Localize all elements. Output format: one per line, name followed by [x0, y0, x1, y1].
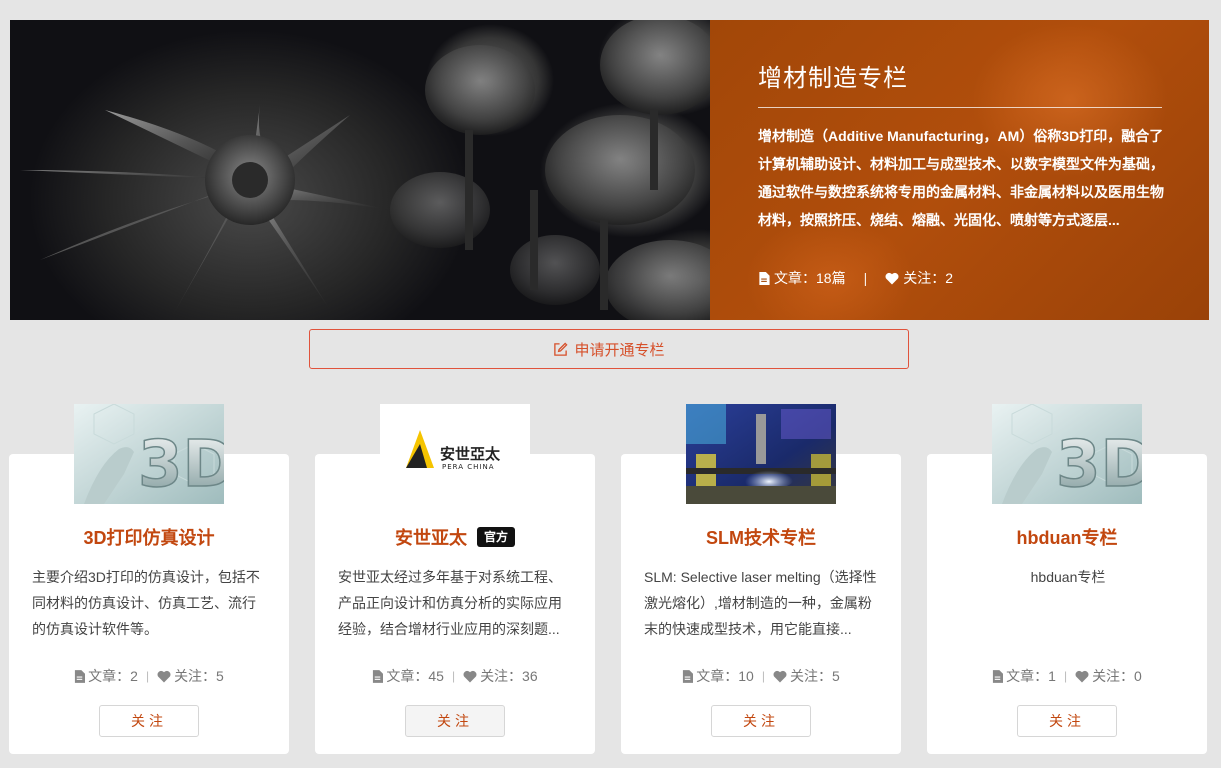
column-hero-banner[interactable]: 增材制造专栏 增材制造（Additive Manufacturing，AM）俗称… [10, 20, 1209, 320]
card-article-count: 文章：1 [1006, 668, 1056, 684]
svg-text:PERA CHINA: PERA CHINA [442, 463, 494, 471]
svg-text:3D: 3D [138, 428, 224, 502]
card-thumbnail [686, 404, 836, 504]
card-follow-count: 关注：5 [789, 668, 840, 684]
hero-stats: 文章：18篇 | 关注：2 [758, 268, 953, 288]
stats-separator: | [145, 669, 150, 683]
card-title[interactable]: 安世亚太 官方 [315, 524, 595, 550]
official-badge: 官方 [476, 527, 515, 547]
card-description: 安世亚太经过多年基于对系统工程、产品正向设计和仿真分析的实际应用经验，结合增材行… [338, 569, 562, 637]
document-icon [373, 669, 384, 683]
card-thumbnail: 3D [74, 404, 224, 504]
card-title[interactable]: hbduan专栏 [927, 524, 1207, 550]
card-title[interactable]: 3D打印仿真设计 [9, 524, 289, 550]
card-article-count: 文章：10 [696, 668, 754, 684]
card-stats: 文章：2 | 关注：5 [9, 666, 289, 686]
follow-button[interactable]: 关注 [405, 705, 505, 737]
column-card-3d-print[interactable]: 3D 3D打印仿真设计 主要介绍3D打印的仿真设计，包括不同材料的仿真设计、仿真… [9, 404, 289, 754]
document-icon [759, 271, 770, 285]
card-description: SLM: Selective laser melting（选择性激光熔化）,增材… [644, 569, 877, 637]
follow-button[interactable]: 关注 [99, 705, 199, 737]
card-description: hbduan专栏 [1030, 569, 1106, 585]
card-stats: 文章：10 | 关注：5 [621, 666, 901, 686]
follow-button[interactable]: 关注 [711, 705, 811, 737]
printer-photo [686, 404, 836, 504]
stats-separator: | [761, 669, 765, 683]
hero-article-count: 文章：18篇 [774, 270, 846, 286]
card-article-count: 文章：45 [386, 668, 444, 684]
hero-info-panel: 增材制造专栏 增材制造（Additive Manufacturing，AM）俗称… [710, 20, 1209, 320]
card-description: 主要介绍3D打印的仿真设计，包括不同材料的仿真设计、仿真工艺、流行的仿真设计软件… [32, 569, 260, 637]
stats-separator: | [451, 669, 456, 683]
card-follow-count: 关注：36 [480, 668, 538, 684]
svg-text:3D: 3D [1056, 428, 1142, 502]
heart-icon [1075, 670, 1089, 682]
hero-title: 增材制造专栏 [758, 58, 1162, 108]
apply-column-button[interactable]: 申请开通专栏 [309, 329, 909, 369]
hero-description: 增材制造（Additive Manufacturing，AM）俗称3D打印，融合… [758, 128, 1164, 228]
3d-graphic-icon: 3D [74, 404, 224, 504]
turbine-illustration [20, 20, 710, 320]
column-card-slm[interactable]: SLM技术专栏 SLM: Selective laser melting（选择性… [621, 404, 901, 754]
document-icon [75, 669, 86, 683]
3d-graphic-icon: 3D [992, 404, 1142, 504]
card-thumbnail: 3D [992, 404, 1142, 504]
document-icon [993, 669, 1004, 683]
edit-icon [554, 341, 569, 356]
card-article-count: 文章：2 [88, 668, 138, 684]
follow-button[interactable]: 关注 [1017, 705, 1117, 737]
pera-china-logo: 安世亞太 PERA CHINA [380, 404, 530, 504]
heart-icon [773, 670, 787, 682]
card-thumbnail: 安世亞太 PERA CHINA [380, 404, 530, 504]
heart-icon [157, 670, 171, 682]
column-card-hbduan[interactable]: 3D hbduan专栏 hbduan专栏 文章：1 | 关注：0 关注 [927, 404, 1207, 754]
document-icon [683, 669, 694, 683]
card-title[interactable]: SLM技术专栏 [621, 524, 901, 550]
hero-turbine-image [10, 20, 710, 320]
svg-text:安世亞太: 安世亞太 [440, 445, 501, 463]
apply-column-label: 申请开通专栏 [574, 341, 665, 359]
heart-icon [463, 670, 477, 682]
stats-separator: | [1063, 669, 1068, 683]
card-stats: 文章：1 | 关注：0 [927, 666, 1207, 686]
hero-follow-count: 关注：2 [903, 270, 954, 286]
card-follow-count: 关注：5 [174, 668, 224, 684]
card-stats: 文章：45 | 关注：36 [315, 666, 595, 686]
heart-icon [885, 272, 899, 284]
card-follow-count: 关注：0 [1092, 668, 1142, 684]
stats-separator: | [863, 270, 868, 286]
column-card-pera-china[interactable]: 安世亞太 PERA CHINA 安世亚太 官方 安世亚太经过多年基于对系统工程、… [315, 404, 595, 754]
